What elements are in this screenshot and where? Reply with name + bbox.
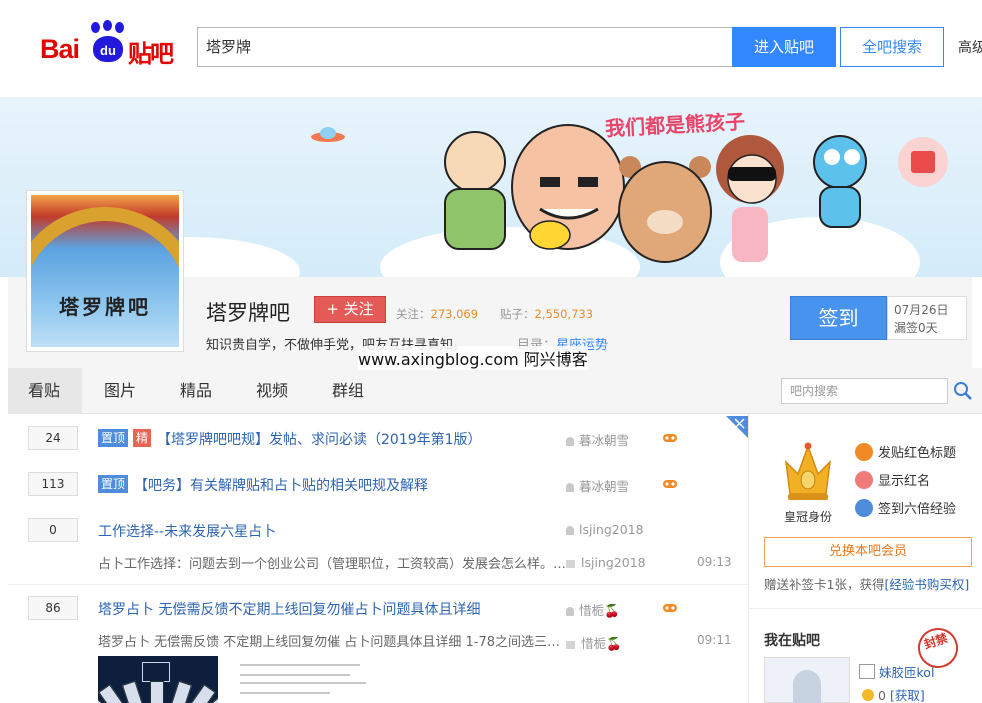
user-avatar[interactable] xyxy=(764,657,850,703)
perk-label: 发贴红色标题 xyxy=(878,446,957,461)
perk-red-name: 显示红名 xyxy=(855,470,930,489)
thread-author[interactable]: 暮冰朝雪 xyxy=(566,476,629,495)
gift-icon[interactable] xyxy=(898,137,948,187)
follow-count: 273,069 xyxy=(430,307,479,321)
crown-identity-label: 皇冠身份 xyxy=(784,510,833,524)
enter-forum-button[interactable]: 进入贴吧 xyxy=(732,27,836,67)
thread-author[interactable]: 暮冰朝雪 xyxy=(566,430,629,449)
tarot-spread-image[interactable] xyxy=(98,656,218,703)
thread-title[interactable]: 【塔罗牌吧吧规】发帖、求问必读（2019年第1版） xyxy=(157,429,482,449)
tieba-page: Bai du 贴吧 塔罗牌 进入贴吧 全吧搜索 高级 我们都是熊孩子 塔罗牌吧 … xyxy=(0,0,982,703)
sign-exp-icon xyxy=(855,499,873,517)
perk-sign-exp: 签到六倍经验 xyxy=(855,498,956,517)
forum-avatar-text: 塔罗牌吧 xyxy=(59,295,151,319)
follow-label: 关注： xyxy=(396,307,431,321)
game-controller-icon xyxy=(663,604,677,612)
forum-name[interactable]: 塔罗牌吧 xyxy=(206,297,290,327)
thread-excerpt: 占卜工作选择：问题去到一个创业公司（管理职位，工资较高）发展会怎么样。 背景… xyxy=(98,557,568,572)
coin-value: 0 xyxy=(878,688,886,703)
red-title-icon xyxy=(855,443,873,461)
thread-divider xyxy=(8,584,748,585)
last-reply-time: 09:11 xyxy=(697,633,732,647)
perk-red-title: 发贴红色标题 xyxy=(855,442,956,461)
gift-note-text: 赠送补签卡1张，获得 xyxy=(764,577,885,592)
thread-author[interactable]: lsjing2018 xyxy=(566,522,644,537)
tab-images[interactable]: 图片 xyxy=(104,368,136,414)
ufo-icon xyxy=(311,127,345,142)
thread-author[interactable]: 惜栀🍒 xyxy=(566,600,620,619)
baidu-tieba-logo[interactable]: Bai du 贴吧 xyxy=(40,20,180,70)
thread-excerpt: 塔罗占卜 无偿需反馈 不定期上线回复勿催 占卜问题具体且详细 1-78之间选三张… xyxy=(98,635,568,650)
game-controller-icon xyxy=(663,434,677,442)
forum-stats: 关注：273,069 贴子：2,550,733 xyxy=(396,306,593,322)
follow-button[interactable]: + 关注 xyxy=(314,296,386,323)
tag-pinned: 置顶 xyxy=(98,429,129,447)
thread-title[interactable]: 工作选择--未来发展六星占卜 xyxy=(98,521,276,541)
redeem-membership-button[interactable]: 兑换本吧会员 xyxy=(764,537,972,567)
close-icon[interactable] xyxy=(726,416,748,438)
last-reply-user[interactable]: lsjing2018 xyxy=(566,555,646,570)
signin-info: 07月26日 漏签0天 xyxy=(887,296,967,340)
blog-watermark: www.axingblog.com 阿兴博客 xyxy=(358,346,588,370)
signin-missed: 漏签0天 xyxy=(894,321,938,335)
reply-count: 86 xyxy=(28,596,78,620)
reply-count: 24 xyxy=(28,426,78,450)
perk-label: 签到六倍经验 xyxy=(878,502,957,517)
cartoon-characters-illustration xyxy=(444,124,867,263)
reply-count: 113 xyxy=(28,472,78,496)
coin-icon xyxy=(862,689,874,701)
tab-posts[interactable]: 看贴 xyxy=(28,368,60,414)
signin-button[interactable]: 签到 xyxy=(790,296,887,340)
gift-note: 赠送补签卡1张，获得[经验书购买权] xyxy=(764,574,969,593)
search-input[interactable]: 塔罗牌 xyxy=(197,27,733,67)
logo-du: du xyxy=(93,36,123,62)
forum-avatar: 塔罗牌吧 xyxy=(26,190,184,352)
username-link[interactable]: 妹胶匝kol xyxy=(859,662,934,681)
get-coins-link[interactable]: [获取] xyxy=(890,688,925,703)
posts-label: 贴子： xyxy=(500,307,535,321)
tag-pinned: 置顶 xyxy=(98,475,129,493)
thread-title[interactable]: 塔罗占卜 无偿需反馈不定期上线回复勿催占卜问题具体且详细 xyxy=(98,599,480,619)
red-name-icon xyxy=(855,471,873,489)
crown-icon xyxy=(784,442,832,500)
game-controller-icon xyxy=(663,480,677,488)
perk-label: 显示红名 xyxy=(878,474,931,489)
tab-groups[interactable]: 群组 xyxy=(332,368,364,414)
my-forum-title: 我在贴吧 xyxy=(764,633,820,649)
logo-bai: Bai xyxy=(40,34,80,64)
sidebar-divider xyxy=(748,608,982,609)
signin-date: 07月26日 xyxy=(894,303,949,317)
last-reply-user[interactable]: 惜栀🍒 xyxy=(566,633,622,652)
tab-videos[interactable]: 视频 xyxy=(256,368,288,414)
logo-tieba: 贴吧 xyxy=(128,40,174,68)
tbean-count: 0 [获取] xyxy=(862,685,925,703)
all-forum-search-button[interactable]: 全吧搜索 xyxy=(840,27,944,67)
forum-search-input[interactable]: 吧内搜索 xyxy=(781,378,948,404)
posts-count: 2,550,733 xyxy=(534,307,594,321)
paw-icon: du xyxy=(88,20,128,64)
reply-count: 0 xyxy=(28,518,78,542)
thread-title[interactable]: 【吧务】有关解牌贴和占卜贴的相关吧规及解释 xyxy=(134,475,428,495)
tag-featured: 精 xyxy=(133,429,152,447)
text-screenshot-image[interactable] xyxy=(230,656,382,703)
exp-book-link[interactable]: [经验书购买权] xyxy=(884,577,969,592)
last-reply-time: 09:13 xyxy=(697,555,732,569)
advanced-search-link[interactable]: 高级 xyxy=(958,37,982,57)
tab-featured[interactable]: 精品 xyxy=(180,368,212,414)
search-icon[interactable] xyxy=(952,380,974,402)
